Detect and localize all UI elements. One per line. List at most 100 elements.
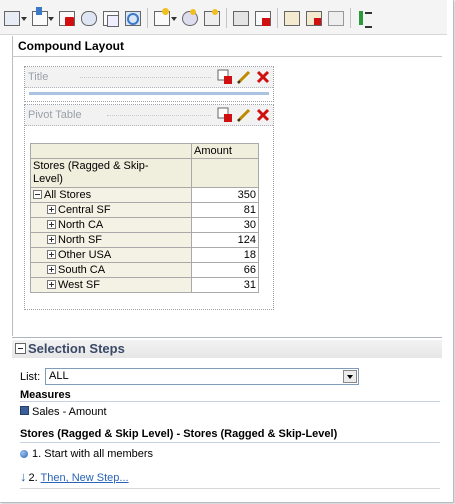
row-header-line: Level)	[33, 173, 63, 185]
format-view-icon[interactable]	[217, 107, 233, 123]
sort-icon[interactable]	[356, 9, 374, 28]
list-select[interactable]: ALL	[45, 368, 359, 385]
value-cell: 66	[191, 262, 259, 278]
table-row: North CA 30	[30, 217, 259, 233]
format-view-icon[interactable]	[217, 69, 233, 85]
column-header: Amount	[191, 143, 259, 159]
expand-icon[interactable]	[47, 220, 56, 229]
value-cell: 30	[191, 217, 259, 233]
edit-pencil-icon[interactable]	[236, 69, 252, 85]
title-placeholder-bar	[29, 92, 269, 95]
step-bullet-icon	[20, 450, 28, 458]
chevron-down-icon[interactable]	[171, 17, 177, 21]
divider	[20, 442, 440, 443]
table-row: Other USA 18	[30, 247, 259, 263]
value-cell: 81	[191, 202, 259, 218]
divider	[20, 488, 440, 489]
table-row: All Stores 350	[30, 187, 259, 203]
expand-icon[interactable]	[47, 280, 56, 289]
row-label[interactable]: All Stores	[30, 187, 192, 203]
row-label[interactable]: West SF	[30, 277, 192, 293]
row-label-text: Other USA	[58, 249, 112, 261]
measures-heading: Measures	[20, 389, 71, 401]
collapse-icon[interactable]	[15, 343, 26, 354]
view-header: Pivot Table	[25, 105, 273, 126]
row-label[interactable]: South CA	[30, 262, 192, 278]
row-label-text: All Stores	[44, 189, 92, 201]
row-header: Stores (Ragged & Skip- Level)	[30, 158, 192, 188]
expand-icon[interactable]	[47, 265, 56, 274]
divider	[12, 56, 442, 57]
table-row: West SF 31	[30, 277, 259, 293]
measure-item[interactable]: Sales - Amount	[20, 406, 107, 418]
delete-view-icon[interactable]	[57, 9, 75, 27]
copy-icon[interactable]	[101, 9, 119, 27]
view-properties-icon[interactable]	[180, 9, 198, 27]
toolbar-separator	[226, 8, 227, 28]
selection-steps-header[interactable]: Selection Steps	[12, 340, 442, 358]
row-label-text: West SF	[58, 279, 100, 291]
row-label[interactable]: North CA	[30, 217, 192, 233]
view-name: Pivot Table	[28, 109, 82, 121]
measure-icon	[20, 406, 29, 415]
toolbar-separator	[147, 8, 148, 28]
empty-header-cell	[191, 158, 259, 188]
calculator-icon[interactable]	[231, 9, 249, 27]
expand-icon[interactable]	[47, 205, 56, 214]
new-step-link[interactable]: Then, New Step...	[41, 472, 129, 484]
chevron-down-icon[interactable]	[343, 370, 357, 383]
measure-item-label: Sales - Amount	[32, 406, 107, 418]
new-step-item: ↓ 2. Then, New Step...	[20, 469, 129, 484]
refresh-icon[interactable]	[123, 9, 141, 27]
edit-pencil-icon[interactable]	[236, 107, 252, 123]
list-label: List:	[20, 371, 41, 383]
export-icon[interactable]	[30, 7, 48, 27]
expand-icon[interactable]	[47, 250, 56, 259]
expand-icon[interactable]	[47, 235, 56, 244]
step-item[interactable]: 1. Start with all members	[20, 448, 153, 460]
delete-x-icon[interactable]	[255, 69, 271, 85]
settings-icon[interactable]	[202, 9, 220, 27]
compound-layout-title: Compound Layout	[18, 39, 124, 53]
preview-icon[interactable]	[79, 9, 97, 27]
corner-cell	[30, 143, 192, 159]
arrow-down-icon: ↓	[20, 469, 27, 484]
print-icon[interactable]	[2, 9, 20, 27]
row-label[interactable]: Other USA	[30, 247, 192, 263]
pivot-table-view[interactable]: Pivot Table Amount Stores (Ragged & Skip…	[24, 104, 274, 310]
table-row: South CA 66	[30, 262, 259, 278]
row-label[interactable]: North SF	[30, 232, 192, 248]
collapse-icon[interactable]	[33, 190, 42, 199]
table-header-row: Stores (Ragged & Skip- Level)	[30, 158, 259, 188]
pivot-table: Amount Stores (Ragged & Skip- Level) All …	[30, 143, 259, 293]
chevron-down-icon[interactable]	[48, 17, 54, 21]
edit-view-icon[interactable]	[304, 9, 322, 27]
dimension-title: Stores (Ragged & Skip Level) - Stores (R…	[20, 428, 338, 440]
divider	[20, 401, 440, 402]
step-number: 2.	[28, 472, 38, 484]
toolbar	[0, 0, 447, 35]
row-header-line: Stores (Ragged & Skip-	[33, 160, 149, 172]
compound-layout-icon[interactable]	[282, 9, 300, 27]
view-header: Title	[25, 67, 273, 88]
delete-x-icon[interactable]	[255, 107, 271, 123]
step-label: 1. Start with all members	[32, 448, 154, 460]
format-icon[interactable]	[253, 9, 271, 27]
remove-icon[interactable]	[326, 9, 344, 27]
row-label[interactable]: Central SF	[30, 202, 192, 218]
new-view-icon[interactable]	[152, 8, 170, 27]
title-view[interactable]: Title	[24, 66, 274, 102]
value-cell: 124	[191, 232, 259, 248]
drag-handle[interactable]	[107, 115, 211, 116]
drag-handle[interactable]	[80, 77, 211, 78]
list-select-value: ALL	[49, 370, 69, 382]
view-name: Title	[28, 71, 49, 83]
toolbar-separator	[277, 8, 278, 28]
chevron-down-icon[interactable]	[21, 17, 27, 21]
table-row: North SF 124	[30, 232, 259, 248]
window-frame: Compound Layout Title Pivot Table Amount…	[0, 0, 454, 503]
toolbar-separator	[350, 8, 351, 28]
value-cell: 31	[191, 277, 259, 293]
value-cell: 350	[191, 187, 259, 203]
row-label-text: Central SF	[58, 204, 111, 216]
